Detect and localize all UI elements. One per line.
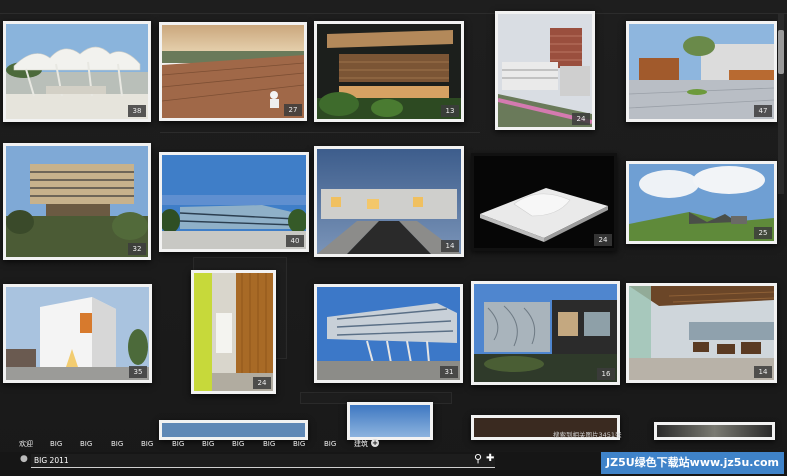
photo-canopy-pavilion [6,24,148,119]
tag-item[interactable]: BIG [172,438,184,450]
tile-white-cube-house[interactable]: 35 [3,284,152,383]
image-count-badge: 24 [594,234,612,246]
user-icon: ● [20,454,28,464]
image-count-badge: 16 [597,368,615,380]
tile-interior-wood-wall[interactable]: 24 [191,270,276,394]
tag-item[interactable]: BIG [293,438,305,450]
tile-stacked-box-building[interactable]: 32 [3,143,151,260]
search-input[interactable] [34,454,464,467]
image-count-badge: 24 [572,113,590,125]
tile-white-model[interactable]: 24 [471,153,617,251]
image-count-badge: 31 [440,366,458,378]
tag-item[interactable]: BIG [324,438,336,450]
image-count-badge: 38 [128,105,146,117]
tile-canopy-pavilion[interactable]: 38 [3,21,151,122]
ghost-divider [0,13,787,14]
add-tag-icon[interactable]: + [371,439,379,447]
photo-white-cube-house [6,287,149,380]
image-count-badge: 47 [754,105,772,117]
tag-item[interactable]: BIG [80,438,92,450]
tile-courtyard-plaza[interactable]: 47 [626,21,777,122]
image-count-badge: 25 [754,227,772,239]
tag-item[interactable]: BIG [232,438,244,450]
image-count-badge: 13 [441,105,459,117]
tag-item[interactable]: BIG [50,438,62,450]
ghost-divider [160,132,480,133]
add-icon[interactable]: ✚ [486,453,494,464]
photo-white-model [474,156,614,248]
photo-interior-wood-wall [194,273,273,391]
tile-terrace-housing[interactable]: 14 [314,146,464,257]
photo-rooftop-deck [162,25,304,118]
tile-cantilever-building[interactable]: 31 [314,284,463,383]
photo-partial [657,425,772,437]
scroll-thumb[interactable] [778,30,784,74]
search-box[interactable]: ⚲ ✚ [31,452,495,468]
tile-green-roof-landscape[interactable]: 25 [626,161,777,244]
tile-partial[interactable] [347,402,433,440]
photo-wood-facade-night [317,24,461,119]
image-count-badge: 32 [128,243,146,255]
tag-item[interactable]: BIG [263,438,275,450]
photo-partial [350,405,430,437]
watermark-logo: JZ5U绿色下载站www.jz5u.com [601,452,784,474]
tag-bar: 欢迎 BIG BIG BIG BIG BIG BIG BIG BIG BIG B… [0,438,787,450]
scrollbar[interactable] [778,14,784,194]
photo-campus-buildings [498,14,592,127]
tile-glass-office[interactable]: 40 [159,152,309,252]
photo-restaurant-terrace [629,286,774,380]
tag-item[interactable]: BIG [111,438,123,450]
image-count-badge: 35 [129,366,147,378]
search-icon[interactable]: ⚲ [474,452,482,465]
tile-rooftop-deck[interactable]: 27 [159,22,307,121]
photo-terrace-housing [317,149,461,254]
tile-mesh-facade-street[interactable]: 16 [471,281,620,385]
image-count-badge: 27 [284,104,302,116]
photo-mesh-facade-street [474,284,617,382]
gallery-window: 38 27 13 24 47 32 40 14 24 25 35 24 31 1… [0,0,787,476]
tag-category[interactable]: 建筑 [354,438,368,450]
photo-courtyard-plaza [629,24,774,119]
photo-cantilever-building [317,287,460,380]
tag-welcome[interactable]: 欢迎 [19,438,33,450]
photo-stacked-box-building [6,146,148,257]
tile-campus-buildings[interactable]: 24 [495,11,595,130]
tile-restaurant-terrace[interactable]: 14 [626,283,777,383]
image-count-badge: 14 [441,240,459,252]
photo-partial [162,423,305,437]
tile-wood-facade-night[interactable]: 13 [314,21,464,122]
photo-glass-office [162,155,306,249]
tag-item[interactable]: BIG [202,438,214,450]
image-count-badge: 40 [286,235,304,247]
tag-item[interactable]: BIG [141,438,153,450]
image-count-badge: 14 [754,366,772,378]
image-count-badge: 24 [253,377,271,389]
photo-green-roof-landscape [629,164,774,241]
tile-partial[interactable] [159,420,308,440]
